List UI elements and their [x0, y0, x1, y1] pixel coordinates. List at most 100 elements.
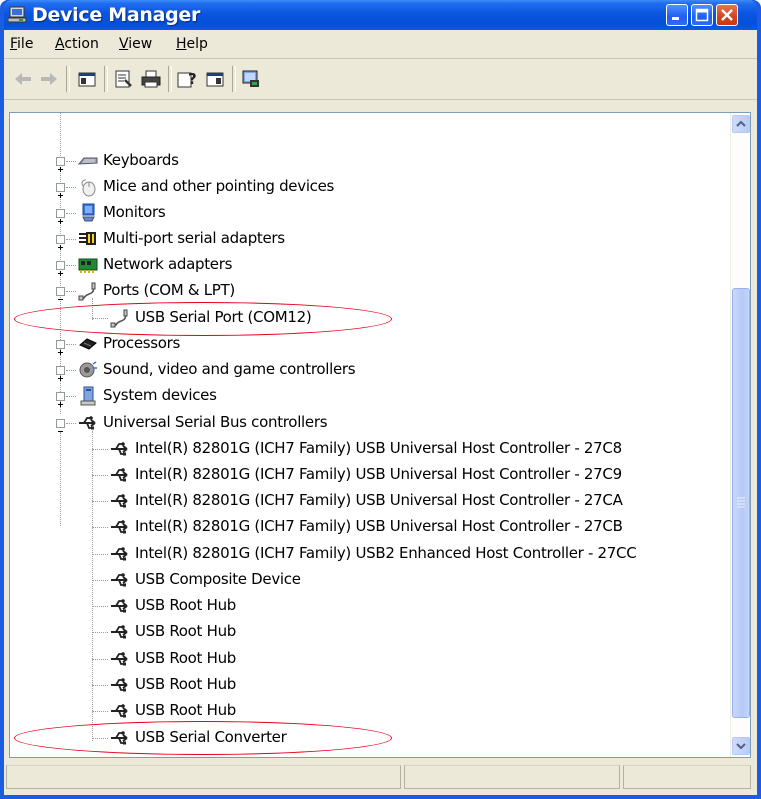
keyboard-icon: [78, 157, 98, 165]
vertical-scrollbar[interactable]: [730, 113, 750, 757]
tree-label: USB Serial Converter: [135, 728, 287, 746]
tree-label: USB Composite Device: [135, 570, 301, 588]
print-icon[interactable]: [140, 68, 162, 90]
usb-icon: [111, 468, 128, 482]
menu-file[interactable]: File: [10, 36, 33, 52]
tree-node-usb-device[interactable]: USB Root Hub: [10, 619, 710, 645]
title-bar[interactable]: Device Manager: [4, 0, 757, 30]
tree-node-ports[interactable]: Ports (COM & LPT): [10, 278, 710, 304]
monitor-icon: [82, 203, 95, 222]
tree-label: System devices: [103, 386, 217, 404]
system-device-icon: [80, 386, 96, 406]
device-tree-view[interactable]: Keyboards Mice and other pointing device…: [9, 112, 751, 758]
tree-node-usb-controllers[interactable]: Universal Serial Bus controllers: [10, 410, 710, 436]
usb-icon: [111, 547, 128, 561]
help-icon[interactable]: ?: [176, 68, 198, 90]
toolbar-separator: [66, 66, 70, 92]
device-manager-app-icon: [8, 6, 27, 23]
tree-node-mice[interactable]: Mice and other pointing devices: [10, 174, 710, 200]
show-hide-console-tree-icon[interactable]: [76, 68, 98, 90]
menu-action[interactable]: Action: [55, 36, 99, 52]
tree-label: Processors: [103, 334, 181, 352]
expand-plus-icon[interactable]: [56, 261, 65, 276]
forward-arrow-icon[interactable]: [38, 68, 60, 90]
tree-node-system-devices[interactable]: System devices: [10, 383, 710, 409]
description-bar-icon[interactable]: [204, 68, 226, 90]
chevron-down-icon: [736, 743, 746, 750]
expand-plus-icon[interactable]: [56, 209, 65, 224]
tree-label: Network adapters: [103, 255, 233, 273]
tree-node-keyboards[interactable]: Keyboards: [10, 148, 710, 174]
grip-icon: [737, 497, 745, 508]
expand-plus-icon[interactable]: [56, 183, 65, 198]
close-button[interactable]: [716, 4, 738, 26]
tree-label: Sound, video and game controllers: [103, 360, 356, 378]
tree-node-usb-device[interactable]: USB Composite Device: [10, 567, 710, 593]
minimize-button[interactable]: [666, 4, 688, 26]
tree-node-usb-device[interactable]: Intel(R) 82801G (ICH7 Family) USB Univer…: [10, 488, 710, 514]
tree-label: Intel(R) 82801G (ICH7 Family) USB Univer…: [135, 517, 623, 535]
menu-view[interactable]: View: [119, 36, 152, 52]
tree-label: USB Serial Port (COM12): [135, 308, 312, 326]
scrollbar-thumb[interactable]: [732, 288, 750, 718]
tree-label: Mice and other pointing devices: [103, 177, 335, 195]
minimize-icon: [672, 17, 679, 20]
expand-plus-icon[interactable]: [56, 340, 65, 355]
maximize-icon: [695, 8, 709, 22]
chevron-up-icon: [736, 120, 746, 127]
tree-node-usb-device[interactable]: USB Root Hub: [10, 672, 710, 698]
scroll-up-button[interactable]: [732, 115, 750, 133]
status-bar: [4, 763, 751, 791]
window-title: Device Manager: [32, 4, 201, 26]
usb-icon: [111, 442, 128, 456]
tree-node-usb-serial-converter[interactable]: USB Serial Converter: [10, 725, 710, 751]
tree-label: Ports (COM & LPT): [103, 281, 235, 299]
tree-label: Multi-port serial adapters: [103, 229, 285, 247]
maximize-button[interactable]: [691, 4, 713, 26]
toolbar-separator: [104, 66, 108, 92]
expand-plus-icon[interactable]: [56, 235, 65, 250]
tree-node-usb-device[interactable]: USB Root Hub: [10, 698, 710, 724]
collapse-minus-icon[interactable]: [56, 287, 65, 300]
tree-node-multiport-serial-adapters[interactable]: Multi-port serial adapters: [10, 226, 710, 252]
tree-label: USB Root Hub: [135, 596, 237, 614]
expand-plus-icon[interactable]: [56, 392, 65, 407]
menu-help[interactable]: Help: [176, 36, 208, 52]
tree-node-usb-device[interactable]: USB Root Hub: [10, 646, 710, 672]
port-connector-icon: [110, 309, 128, 328]
speaker-icon: [79, 361, 97, 378]
toolbar-separator: [168, 66, 172, 92]
properties-icon[interactable]: [112, 68, 134, 90]
status-cell-tertiary: [623, 765, 751, 789]
status-cell-main: [6, 765, 401, 789]
device-manager-window: Device Manager File Action View Help ? K…: [0, 0, 761, 799]
usb-icon: [111, 625, 128, 639]
usb-icon: [111, 731, 128, 745]
tree-label: USB Root Hub: [135, 701, 237, 719]
status-cell-secondary: [404, 765, 620, 789]
scan-hardware-icon[interactable]: [240, 68, 262, 90]
tree-label: Intel(R) 82801G (ICH7 Family) USB2 Enhan…: [135, 544, 637, 562]
tree-node-usb-device[interactable]: USB Root Hub: [10, 593, 710, 619]
expand-plus-icon[interactable]: [56, 366, 65, 381]
tree-node-sound-video-game[interactable]: Sound, video and game controllers: [10, 357, 710, 383]
tree-node-usb-serial-port[interactable]: USB Serial Port (COM12): [10, 305, 710, 331]
toolbar: ?: [4, 59, 757, 100]
toolbar-separator: [232, 66, 236, 92]
processor-icon: [79, 338, 97, 350]
back-arrow-icon[interactable]: [12, 68, 34, 90]
tree-node-usb-device[interactable]: Intel(R) 82801G (ICH7 Family) USB Univer…: [10, 514, 710, 540]
svg-text:?: ?: [188, 70, 197, 88]
tree-node-processors[interactable]: Processors: [10, 331, 710, 357]
tree-node-usb-device[interactable]: Intel(R) 82801G (ICH7 Family) USB2 Enhan…: [10, 541, 710, 567]
expand-plus-icon[interactable]: [56, 157, 65, 172]
scroll-down-button[interactable]: [732, 737, 750, 755]
menu-bar: File Action View Help: [4, 30, 757, 59]
tree-node-monitors[interactable]: Monitors: [10, 200, 710, 226]
network-adapter-icon: [78, 258, 98, 273]
tree-label: Intel(R) 82801G (ICH7 Family) USB Univer…: [135, 439, 622, 457]
collapse-minus-icon[interactable]: [56, 419, 65, 432]
tree-node-usb-device[interactable]: Intel(R) 82801G (ICH7 Family) USB Univer…: [10, 462, 710, 488]
tree-node-network-adapters[interactable]: Network adapters: [10, 252, 710, 278]
tree-node-usb-device[interactable]: Intel(R) 82801G (ICH7 Family) USB Univer…: [10, 436, 710, 462]
